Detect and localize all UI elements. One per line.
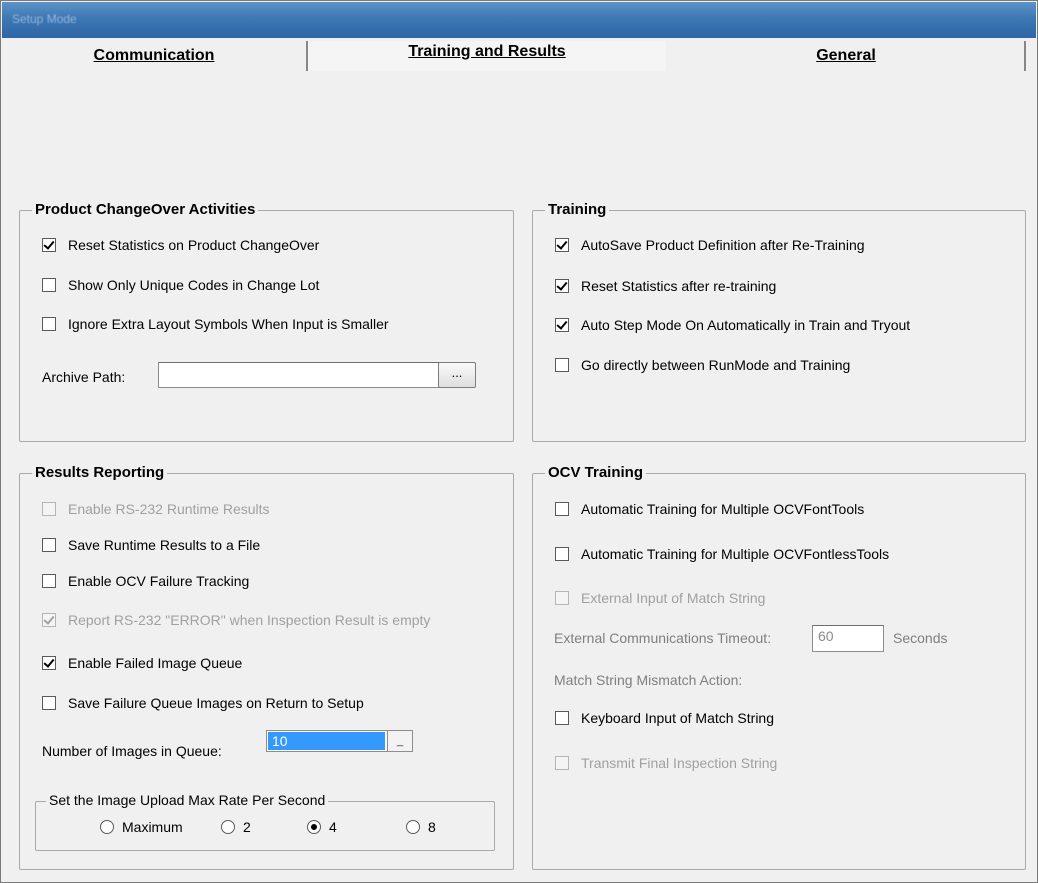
timeout-unit-label: Seconds bbox=[893, 630, 948, 646]
title-bar[interactable]: Setup Mode bbox=[2, 2, 1036, 38]
tab-strip: Communication Training and Results Gener… bbox=[2, 41, 1036, 73]
tab-general[interactable]: General bbox=[668, 41, 1026, 71]
show-unique-codes-checkbox[interactable]: Show Only Unique Codes in Change Lot bbox=[42, 277, 319, 293]
checkbox-label: Enable Failed Image Queue bbox=[68, 655, 243, 671]
checkbox-label: AutoSave Product Definition after Re-Tra… bbox=[581, 237, 865, 253]
results-reporting-title: Results Reporting bbox=[32, 464, 168, 481]
training-group: Training AutoSave Product Definition aft… bbox=[532, 201, 1026, 442]
transmit-final-inspection-string-checkbox[interactable]: Transmit Final Inspection String bbox=[555, 755, 777, 771]
auto-training-ocvfontlesstools-checkbox[interactable]: Automatic Training for Multiple OCVFontl… bbox=[555, 546, 889, 562]
save-failure-queue-images-checkbox[interactable]: Save Failure Queue Images on Return to S… bbox=[42, 695, 364, 711]
save-runtime-results-checkbox[interactable]: Save Runtime Results to a File bbox=[42, 537, 260, 553]
mismatch-action-label: Match String Mismatch Action: bbox=[554, 672, 743, 688]
checkbox-box bbox=[42, 278, 56, 292]
product-changeover-title: Product ChangeOver Activities bbox=[32, 201, 259, 218]
checkbox-label: Ignore Extra Layout Symbols When Input i… bbox=[68, 316, 389, 332]
checkbox-box bbox=[42, 656, 56, 670]
reset-statistics-on-changeover-checkbox[interactable]: Reset Statistics on Product ChangeOver bbox=[42, 237, 319, 253]
checkbox-label: Reset Statistics on Product ChangeOver bbox=[68, 237, 320, 253]
report-rs232-error-checkbox[interactable]: Report RS-232 "ERROR" when Inspection Re… bbox=[42, 612, 430, 628]
checkbox-label: Go directly between RunMode and Training bbox=[581, 357, 851, 373]
checkbox-box bbox=[555, 591, 569, 605]
queue-count-value[interactable]: 10 bbox=[268, 732, 385, 750]
checkbox-label: Save Runtime Results to a File bbox=[68, 537, 261, 553]
radio-circle bbox=[307, 820, 321, 834]
checkbox-box bbox=[42, 238, 56, 252]
checkbox-label: Auto Step Mode On Automatically in Train… bbox=[581, 317, 911, 333]
checkbox-box bbox=[555, 358, 569, 372]
checkbox-box bbox=[555, 711, 569, 725]
tab-communication-label: Communication bbox=[93, 47, 215, 64]
checkbox-box bbox=[555, 502, 569, 516]
ignore-extra-layout-symbols-checkbox[interactable]: Ignore Extra Layout Symbols When Input i… bbox=[42, 316, 389, 332]
upload-rate-8-radio[interactable]: 8 bbox=[406, 819, 436, 835]
checkbox-box bbox=[555, 547, 569, 561]
checkbox-label: Keyboard Input of Match String bbox=[581, 710, 774, 726]
setup-window: Setup Mode Communication Training and Re… bbox=[0, 0, 1038, 883]
checkbox-label: Automatic Training for Multiple OCVFontT… bbox=[581, 501, 865, 517]
checkbox-label: External Input of Match String bbox=[581, 590, 766, 606]
training-title: Training bbox=[545, 201, 610, 218]
reset-statistics-after-retraining-checkbox[interactable]: Reset Statistics after re-training bbox=[555, 278, 776, 294]
checkbox-box bbox=[555, 318, 569, 332]
tab-training-and-results[interactable]: Training and Results bbox=[308, 41, 666, 71]
autosave-product-definition-checkbox[interactable]: AutoSave Product Definition after Re-Tra… bbox=[555, 237, 865, 253]
checkbox-box bbox=[42, 574, 56, 588]
ocv-training-title: OCV Training bbox=[545, 464, 647, 481]
radio-label: 2 bbox=[243, 819, 251, 835]
checkbox-label: Enable RS-232 Runtime Results bbox=[68, 501, 270, 517]
radio-label: Maximum bbox=[122, 819, 183, 835]
product-changeover-group: Product ChangeOver Activities Reset Stat… bbox=[19, 201, 514, 442]
go-directly-runmode-training-checkbox[interactable]: Go directly between RunMode and Training bbox=[555, 357, 850, 373]
archive-path-input[interactable] bbox=[158, 362, 448, 388]
radio-label: 4 bbox=[329, 819, 337, 835]
window-title: Setup Mode bbox=[12, 12, 77, 26]
upload-rate-4-radio[interactable]: 4 bbox=[307, 819, 337, 835]
checkbox-box bbox=[42, 317, 56, 331]
queue-count-label: Number of Images in Queue: bbox=[42, 743, 222, 759]
enable-failed-image-queue-checkbox[interactable]: Enable Failed Image Queue bbox=[42, 655, 242, 671]
checkbox-label: Automatic Training for Multiple OCVFontl… bbox=[581, 546, 890, 562]
timeout-label: External Communications Timeout: bbox=[554, 630, 772, 646]
checkbox-label: Reset Statistics after re-training bbox=[581, 278, 777, 294]
checkbox-label: Save Failure Queue Images on Return to S… bbox=[68, 695, 364, 711]
auto-step-mode-checkbox[interactable]: Auto Step Mode On Automatically in Train… bbox=[555, 317, 910, 333]
tab-training-and-results-label: Training and Results bbox=[408, 43, 566, 60]
keyboard-input-match-string-checkbox[interactable]: Keyboard Input of Match String bbox=[555, 710, 774, 726]
checkbox-label: Enable OCV Failure Tracking bbox=[68, 573, 250, 589]
checkbox-box bbox=[42, 502, 56, 516]
checkbox-label: Transmit Final Inspection String bbox=[581, 755, 778, 771]
results-reporting-group: Results Reporting Enable RS-232 Runtime … bbox=[19, 464, 514, 870]
spinner-arrow-icon[interactable]: _ bbox=[387, 731, 412, 751]
checkbox-box bbox=[555, 238, 569, 252]
external-input-match-string-checkbox[interactable]: External Input of Match String bbox=[555, 590, 765, 606]
radio-circle bbox=[100, 820, 114, 834]
enable-rs232-runtime-results-checkbox[interactable]: Enable RS-232 Runtime Results bbox=[42, 501, 270, 517]
checkbox-box bbox=[42, 613, 56, 627]
auto-training-ocvfonttools-checkbox[interactable]: Automatic Training for Multiple OCVFontT… bbox=[555, 501, 864, 517]
radio-circle bbox=[221, 820, 235, 834]
checkbox-box bbox=[555, 756, 569, 770]
upload-rate-group: Set the Image Upload Max Rate Per Second… bbox=[35, 792, 495, 851]
upload-rate-title: Set the Image Upload Max Rate Per Second bbox=[46, 792, 329, 808]
radio-label: 8 bbox=[428, 819, 436, 835]
queue-count-spinner[interactable]: 10 _ bbox=[266, 730, 413, 752]
checkbox-label: Report RS-232 "ERROR" when Inspection Re… bbox=[68, 612, 431, 628]
checkbox-box bbox=[555, 279, 569, 293]
checkbox-box bbox=[42, 538, 56, 552]
archive-path-label: Archive Path: bbox=[42, 369, 126, 385]
ocv-training-group: OCV Training Automatic Training for Mult… bbox=[532, 464, 1026, 870]
tab-general-label: General bbox=[816, 47, 876, 64]
radio-circle bbox=[406, 820, 420, 834]
checkbox-box bbox=[42, 696, 56, 710]
upload-rate-2-radio[interactable]: 2 bbox=[221, 819, 251, 835]
browse-button[interactable]: ... bbox=[438, 362, 476, 388]
checkbox-label: Show Only Unique Codes in Change Lot bbox=[68, 277, 320, 293]
enable-ocv-failure-tracking-checkbox[interactable]: Enable OCV Failure Tracking bbox=[42, 573, 249, 589]
timeout-input[interactable]: 60 bbox=[812, 625, 884, 652]
upload-rate-maximum-radio[interactable]: Maximum bbox=[100, 819, 183, 835]
tab-communication[interactable]: Communication bbox=[2, 41, 308, 71]
